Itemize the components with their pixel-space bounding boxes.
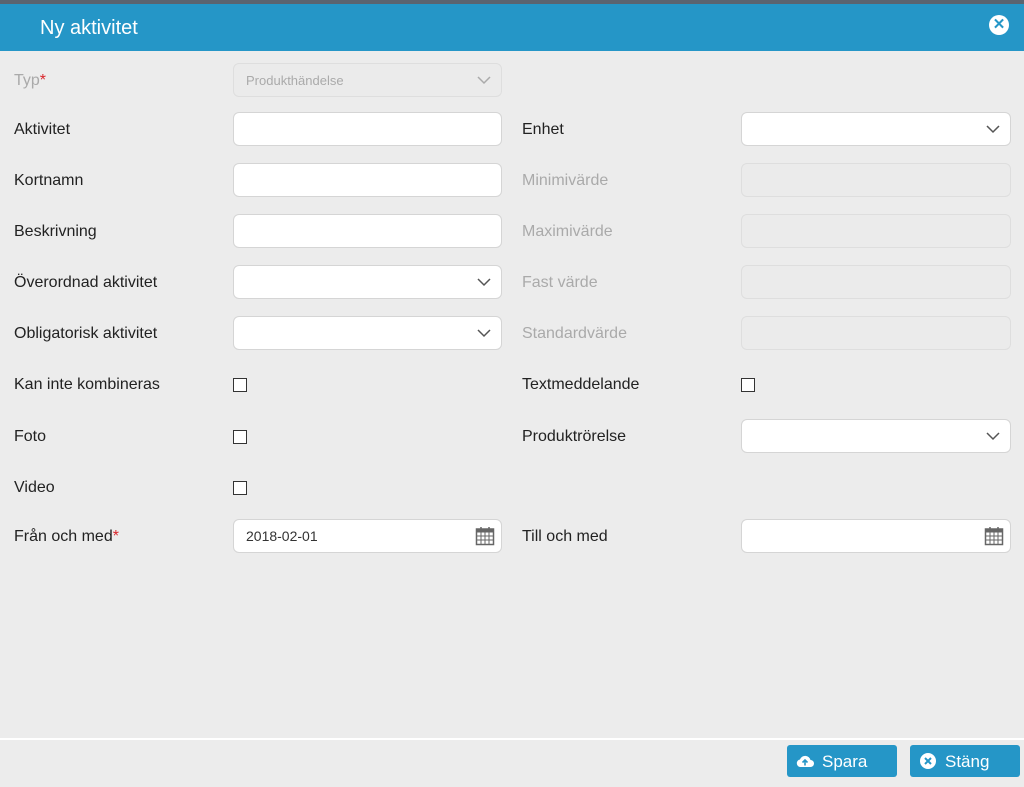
produktrorelse-label: Produktrörelse <box>522 428 627 445</box>
calendar-icon[interactable] <box>984 526 1004 546</box>
kortnamn-label: Kortnamn <box>14 172 84 189</box>
enhet-select[interactable] <box>741 112 1011 146</box>
dialog-footer: Spara Stäng <box>0 738 1024 787</box>
maximivarde-label: Maximivärde <box>522 223 613 240</box>
fran-label-text: Från och med <box>14 528 113 545</box>
chevron-down-icon <box>986 125 1000 134</box>
beskrivning-label: Beskrivning <box>14 223 97 240</box>
video-label: Video <box>14 479 55 496</box>
aktivitet-label: Aktivitet <box>14 121 71 138</box>
enhet-label: Enhet <box>522 121 564 138</box>
textmeddelande-label: Textmeddelande <box>522 376 640 393</box>
obligatorisk-label: Obligatorisk aktivitet <box>14 325 158 342</box>
chevron-down-icon <box>477 278 491 287</box>
beskrivning-input[interactable] <box>233 214 502 248</box>
required-mark: * <box>39 72 47 89</box>
produktrorelse-select[interactable] <box>741 419 1011 453</box>
minimivarde-input[interactable] <box>741 163 1011 197</box>
save-button[interactable]: Spara <box>787 745 897 777</box>
foto-checkbox[interactable] <box>233 430 247 444</box>
overordnad-label: Överordnad aktivitet <box>14 274 158 291</box>
kan-inte-checkbox[interactable] <box>233 378 247 392</box>
till-label: Till och med <box>522 528 608 545</box>
maximivarde-input[interactable] <box>741 214 1011 248</box>
close-circle-icon <box>920 753 936 769</box>
video-checkbox[interactable] <box>233 481 247 495</box>
typ-label-text: Typ <box>14 72 40 89</box>
chevron-down-icon <box>986 432 1000 441</box>
standardvarde-input[interactable] <box>741 316 1011 350</box>
chevron-down-icon <box>477 76 491 85</box>
fast-varde-input[interactable] <box>741 265 1011 299</box>
standardvarde-label: Standardvärde <box>522 325 627 342</box>
kortnamn-input[interactable] <box>233 163 502 197</box>
fran-date-input[interactable]: 2018-02-01 <box>233 519 502 553</box>
chevron-down-icon <box>477 329 491 338</box>
cloud-upload-icon <box>796 755 814 767</box>
foto-label: Foto <box>14 428 47 445</box>
kan-inte-label: Kan inte kombineras <box>14 376 160 393</box>
dialog-titlebar: Ny aktivitet ✕ <box>0 4 1024 51</box>
new-activity-dialog: Ny aktivitet ✕ Typ* Produkthändelse Akti… <box>0 4 1024 787</box>
close-icon[interactable]: ✕ <box>989 15 1009 35</box>
obligatorisk-select[interactable] <box>233 316 502 350</box>
till-date-input[interactable] <box>741 519 1011 553</box>
close-button-label: Stäng <box>945 752 990 771</box>
textmeddelande-checkbox[interactable] <box>741 378 755 392</box>
calendar-icon[interactable] <box>475 526 495 546</box>
fran-label: Från och med* <box>14 528 119 546</box>
typ-label: Typ* <box>14 72 46 90</box>
close-button[interactable]: Stäng <box>910 745 1020 777</box>
required-mark: * <box>112 528 119 545</box>
minimivarde-label: Minimivärde <box>522 172 609 189</box>
typ-select[interactable]: Produkthändelse <box>233 63 502 97</box>
fast-varde-label: Fast värde <box>522 274 598 291</box>
fran-date-value: 2018-02-01 <box>246 528 318 544</box>
typ-select-value: Produkthändelse <box>246 73 344 88</box>
save-button-label: Spara <box>822 752 868 771</box>
overordnad-select[interactable] <box>233 265 502 299</box>
dialog-title: Ny aktivitet <box>40 17 138 39</box>
aktivitet-input[interactable] <box>233 112 502 146</box>
